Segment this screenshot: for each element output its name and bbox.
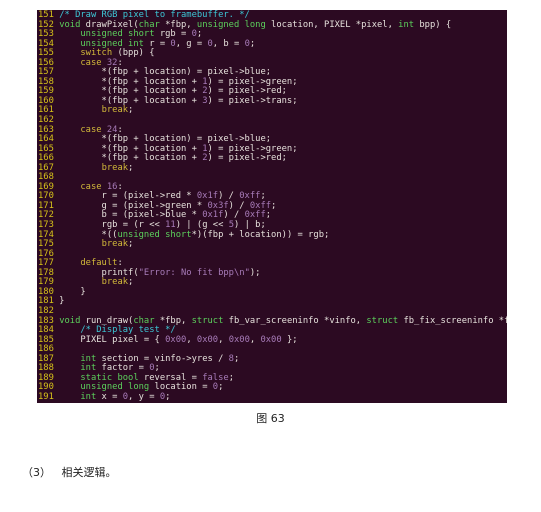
line-number: 163 [38, 124, 54, 135]
line-number: 184 [38, 325, 54, 336]
line-number: 176 [38, 248, 54, 259]
line-number: 171 [38, 200, 54, 211]
code-line: 175 break; [38, 239, 134, 250]
line-number: 166 [38, 153, 54, 164]
line-number: 157 [38, 67, 54, 78]
code-line: 167 break; [38, 162, 134, 173]
line-number: 174 [38, 229, 54, 240]
code-line: 180 } [38, 286, 86, 297]
line-number: 160 [38, 95, 54, 106]
line-number: 151 [38, 10, 54, 20]
line-number: 162 [38, 115, 54, 126]
line-number: 159 [38, 86, 54, 97]
line-number: 181 [38, 296, 54, 307]
line-number: 164 [38, 134, 54, 145]
line-number: 154 [38, 38, 54, 49]
code-line: 191 int x = 0, y = 0; [38, 391, 171, 402]
line-number: 161 [38, 105, 54, 116]
line-number: 175 [38, 239, 54, 250]
line-number: 152 [38, 19, 54, 30]
code-line: 179 break; [38, 277, 134, 288]
line-number: 182 [38, 305, 54, 316]
figure-caption: 图 63 [256, 412, 285, 425]
line-number: 191 [38, 391, 54, 402]
line-number: 180 [38, 286, 54, 297]
code-screenshot: 151 /* Draw RGB pixel to framebuffer. */… [37, 10, 507, 403]
section-paragraph: （3） 相关逻辑。 [22, 466, 117, 479]
line-number: 155 [38, 48, 54, 59]
line-number: 168 [38, 172, 54, 183]
line-number: 170 [38, 191, 54, 202]
line-number: 169 [38, 181, 54, 192]
line-number: 172 [38, 210, 54, 221]
line-number: 153 [38, 29, 54, 40]
code-line: 161 break; [38, 105, 134, 116]
line-number: 186 [38, 344, 54, 355]
line-number: 178 [38, 267, 54, 278]
line-number: 179 [38, 277, 54, 288]
code-line: 181 } [38, 296, 65, 307]
line-number: 177 [38, 258, 54, 269]
line-number: 173 [38, 220, 54, 231]
line-number: 188 [38, 363, 54, 374]
code-line: 185 PIXEL pixel = { 0x00, 0x00, 0x00, 0x… [38, 334, 298, 345]
line-number: 158 [38, 76, 54, 87]
line-number: 189 [38, 372, 54, 383]
line-number: 187 [38, 353, 54, 364]
line-number: 165 [38, 143, 54, 154]
line-number: 190 [38, 382, 54, 393]
line-number: 185 [38, 334, 54, 345]
line-number: 183 [38, 315, 54, 326]
line-number: 156 [38, 57, 54, 68]
line-number: 167 [38, 162, 54, 173]
